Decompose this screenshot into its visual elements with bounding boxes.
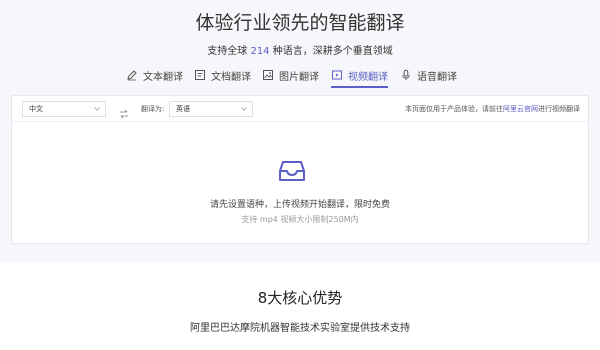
tab-label: 文档翻译 [211,71,251,83]
tab-label: 语音翻译 [417,71,457,83]
advantages-subtitle: 阿里巴巴达摩院机器智能技术实验室提供技术支持 [190,323,410,334]
microphone-icon [400,69,412,81]
note-suffix: 进行视频翻译 [538,105,580,113]
page-subtitle: 支持全球 214 种语言，深耕多个垂直领域 [0,42,600,57]
document-icon [194,69,206,81]
translation-tabs: 文本翻译 文档翻译 图片翻译 视频翻译 语音翻译 [0,64,600,88]
swap-languages-icon[interactable] [119,104,129,119]
page-title: 体验行业领先的智能翻译 [195,12,405,34]
tab-voice-translation[interactable]: 语音翻译 [400,64,457,86]
note-prefix: 本页面仅用于产品体验，请前往 [405,105,503,113]
tab-label: 图片翻译 [279,71,319,83]
tab-image-translation[interactable]: 图片翻译 [262,64,319,86]
source-language-value: 中文 [29,105,43,113]
tab-document-translation[interactable]: 文档翻译 [194,64,251,86]
aliyun-link[interactable]: 阿里云官网 [503,105,538,113]
subtitle-prefix: 支持全球 [207,46,248,57]
tab-video-translation[interactable]: 视频翻译 [331,64,388,88]
language-count: 214 [250,46,270,57]
inbox-icon [278,156,306,184]
empty-state-message: 请先设置语种，上传视频开始翻译，限时免费 [209,200,390,210]
pen-icon [126,69,138,81]
translation-panel: 中文 翻译为: 英语 本页面仅用于产品体验，请前往阿里云官网进行视频翻译 请先设… [11,95,589,244]
advantages-title: 8大核心优势 [257,289,343,307]
target-language-label: 翻译为: [141,105,165,113]
tab-label: 文本翻译 [143,71,183,83]
chevron-down-icon [241,106,247,112]
experience-note: 本页面仅用于产品体验，请前往阿里云官网进行视频翻译 [405,104,580,114]
source-language-select[interactable]: 中文 [22,101,106,117]
subtitle-suffix: 种语言，深耕多个垂直领域 [272,46,393,57]
chevron-down-icon [94,106,100,112]
language-toolbar: 中文 翻译为: 英语 本页面仅用于产品体验，请前往阿里云官网进行视频翻译 [12,96,588,122]
upload-hint: 支持 mp4 视频大小限制250M内 [241,215,359,224]
image-icon [262,69,274,81]
video-icon [331,69,343,81]
tab-label: 视频翻译 [348,71,388,83]
tab-text-translation[interactable]: 文本翻译 [126,64,183,86]
hero-section: 体验行业领先的智能翻译 支持全球 214 种语言，深耕多个垂直领域 文本翻译 文… [0,0,600,262]
target-language-select[interactable]: 英语 [169,101,253,117]
target-language-value: 英语 [176,105,190,113]
